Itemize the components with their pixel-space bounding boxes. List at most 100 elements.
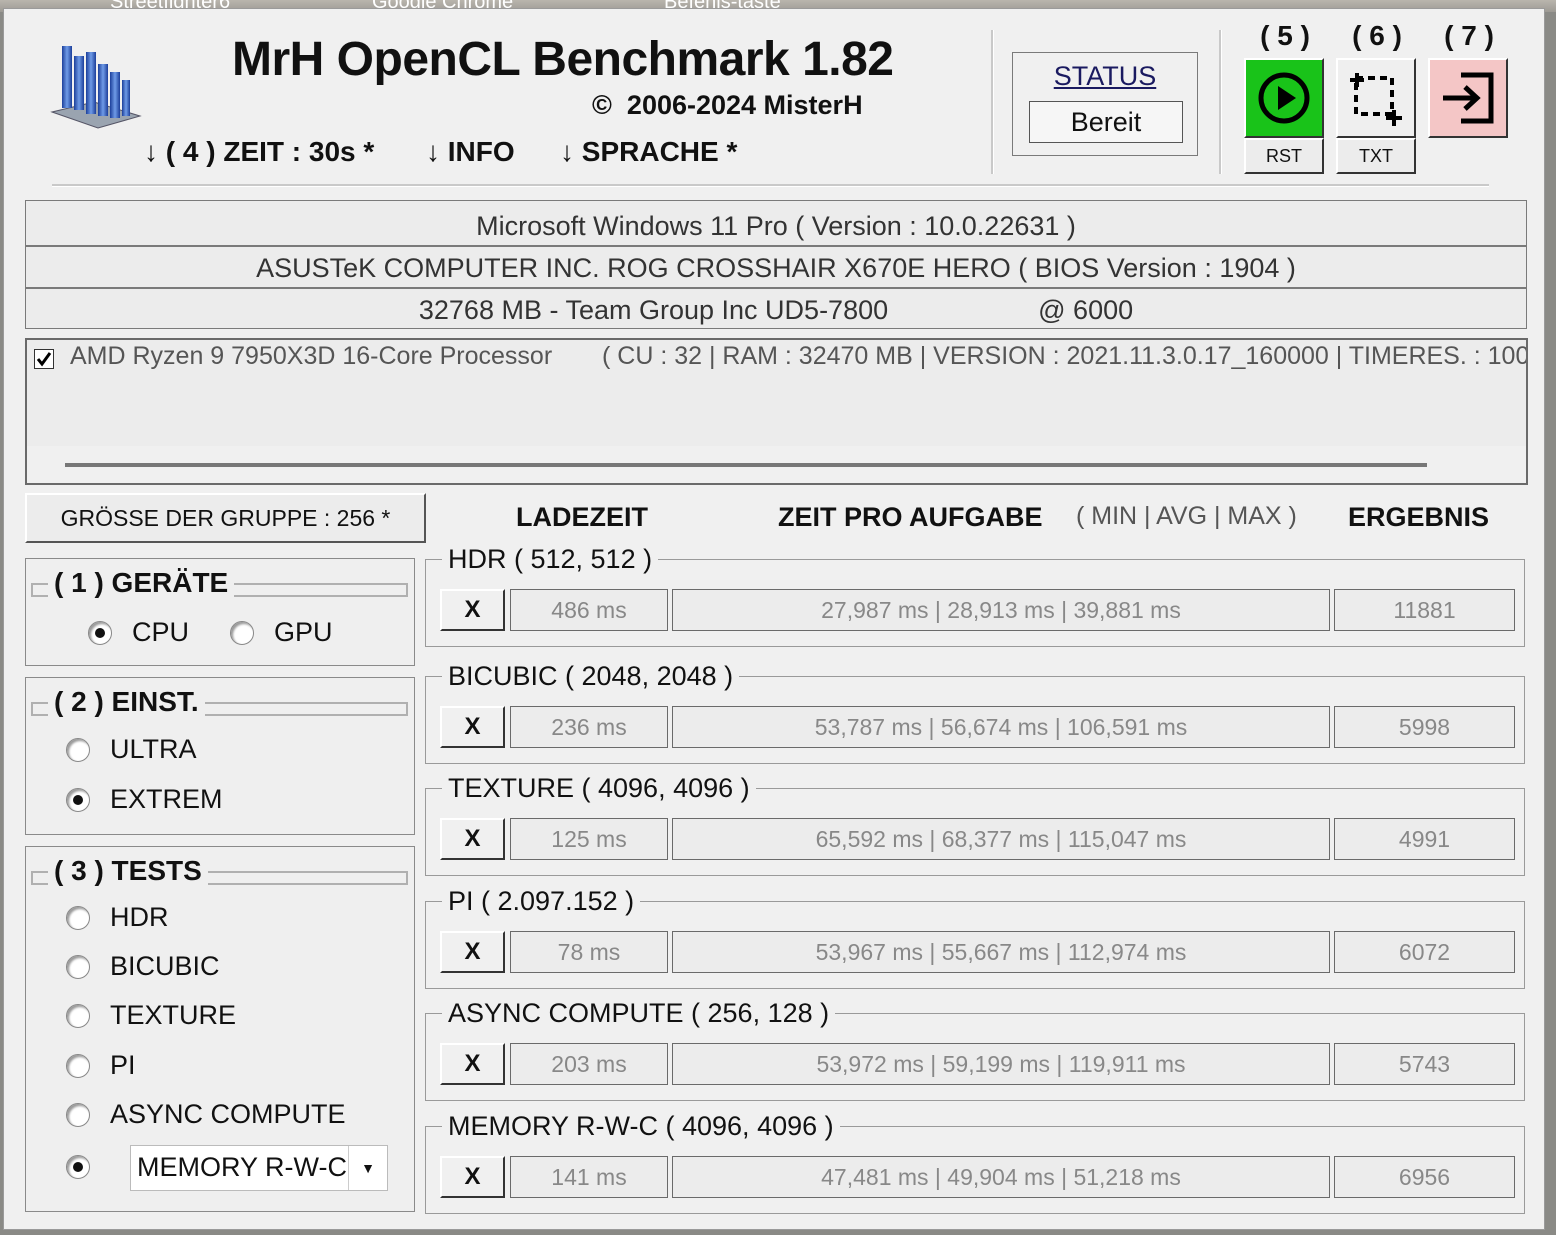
run-test-button[interactable]: X bbox=[440, 1156, 505, 1198]
radio-indicator[interactable] bbox=[66, 1003, 90, 1028]
copyright-text: 2006-2024 MisterH bbox=[626, 90, 863, 120]
memory-info: 32768 MB - Team Group Inc UD5-7800 @ 600… bbox=[418, 295, 1134, 325]
radio-label: TEXTURE bbox=[110, 1000, 237, 1030]
task-time-field: 53,787 ms | 56,674 ms | 106,591 ms bbox=[672, 706, 1330, 748]
tests-panel-title: ( 3 ) TESTS bbox=[48, 855, 208, 887]
test-name: PI ( 2.097.152 ) bbox=[442, 886, 641, 917]
exit-button[interactable] bbox=[1428, 58, 1508, 138]
radio-indicator[interactable] bbox=[230, 620, 254, 645]
radio-test-hdr[interactable]: HDR bbox=[66, 902, 169, 933]
load-time-field: 236 ms bbox=[510, 706, 668, 748]
column-result: ERGEBNIS bbox=[1348, 502, 1490, 532]
column-load-time: LADEZEIT bbox=[516, 502, 648, 532]
radio-indicator[interactable] bbox=[66, 954, 90, 979]
radio-label: BICUBIC bbox=[110, 951, 220, 981]
radio-indicator[interactable] bbox=[88, 620, 112, 645]
radio-label: GPU bbox=[274, 617, 333, 647]
radio-label: ASYNC COMPUTE bbox=[110, 1099, 346, 1129]
devices-panel: ( 1 ) GERÄTE CPU GPU bbox=[25, 558, 415, 666]
os-info: Microsoft Windows 11 Pro ( Version : 10.… bbox=[26, 205, 1526, 247]
radio-test-memory[interactable] bbox=[66, 1155, 110, 1179]
result-field: 6072 bbox=[1334, 931, 1515, 973]
menu-zeit[interactable]: ↓ ( 4 ) ZEIT : 30s * bbox=[144, 136, 374, 168]
load-time-field: 78 ms bbox=[510, 931, 668, 973]
device-list[interactable]: AMD Ryzen 9 7950X3D 16-Core Processor ( … bbox=[25, 338, 1528, 485]
run-test-button[interactable]: X bbox=[440, 818, 505, 860]
device-checkbox[interactable] bbox=[34, 349, 54, 369]
test-group: PI ( 2.097.152 ) X 78 ms 53,967 ms | 55,667… bbox=[425, 886, 1525, 989]
settings-panel-title: ( 2 ) EINST. bbox=[48, 686, 205, 718]
separator bbox=[1219, 30, 1222, 174]
capture-button[interactable] bbox=[1336, 58, 1416, 138]
radio-indicator[interactable] bbox=[66, 737, 90, 762]
run-test-button[interactable]: X bbox=[440, 589, 505, 631]
play-icon bbox=[1258, 72, 1310, 124]
memory-test-dropdown[interactable]: MEMORY R-W-C ▼ bbox=[130, 1145, 388, 1191]
copyright-line: © 2006-2024 MisterH bbox=[592, 90, 863, 121]
test-name: BICUBIC ( 2048, 2048 ) bbox=[442, 661, 740, 692]
radio-label: PI bbox=[110, 1050, 136, 1080]
result-field: 6956 bbox=[1334, 1156, 1515, 1198]
test-group: MEMORY R-W-C ( 4096, 4096 ) X 141 ms 47,481… bbox=[425, 1111, 1525, 1214]
run-test-button[interactable]: X bbox=[440, 706, 505, 748]
radio-ultra[interactable]: ULTRA bbox=[66, 734, 197, 765]
task-time-field: 27,987 ms | 28,913 ms | 39,881 ms bbox=[672, 589, 1330, 631]
radio-indicator[interactable] bbox=[66, 905, 90, 930]
radio-test-async-compute[interactable]: ASYNC COMPUTE bbox=[66, 1099, 346, 1130]
system-info-box: Microsoft Windows 11 Pro ( Version : 10.… bbox=[25, 200, 1527, 329]
status-label[interactable]: STATUS bbox=[1013, 61, 1197, 92]
test-group: HDR ( 512, 512 ) X 486 ms 27,987 ms | 28,91… bbox=[425, 544, 1525, 647]
device-row[interactable]: AMD Ryzen 9 7950X3D 16-Core Processor ( … bbox=[27, 340, 1526, 446]
radio-cpu[interactable]: CPU bbox=[88, 617, 189, 648]
txt-export-button[interactable]: TXT bbox=[1336, 138, 1416, 174]
copyright-icon: © bbox=[592, 90, 612, 120]
mainboard-info: ASUSTeK COMPUTER INC. ROG CROSSHAIR X670… bbox=[26, 247, 1526, 289]
result-field: 11881 bbox=[1334, 589, 1515, 631]
run-test-button[interactable]: X bbox=[440, 931, 505, 973]
test-name: MEMORY R-W-C ( 4096, 4096 ) bbox=[442, 1111, 840, 1142]
column-time-per-task: ZEIT PRO AUFGABE bbox=[778, 502, 1043, 532]
radio-test-pi[interactable]: PI bbox=[66, 1050, 136, 1081]
column-time-subtitle: ( MIN | AVG | MAX ) bbox=[1076, 502, 1297, 530]
radio-label: CPU bbox=[132, 617, 190, 647]
radio-extrem[interactable]: EXTREM bbox=[66, 784, 223, 815]
exit-button-number: ( 7 ) bbox=[1444, 20, 1494, 51]
test-group: BICUBIC ( 2048, 2048 ) X 236 ms 53,787 ms |… bbox=[425, 661, 1525, 764]
load-time-field: 125 ms bbox=[510, 818, 668, 860]
device-name: AMD Ryzen 9 7950X3D 16-Core Processor bbox=[70, 342, 553, 370]
radio-indicator[interactable] bbox=[66, 1102, 90, 1127]
run-benchmark-button[interactable] bbox=[1244, 58, 1324, 138]
app-logo-icon bbox=[50, 46, 142, 129]
group-size-button[interactable]: GRÖSSE DER GRUPPE : 256 * bbox=[25, 493, 426, 543]
tests-panel: ( 3 ) TESTS HDR BICUBIC TEXTURE PI ASYNC… bbox=[25, 846, 415, 1212]
radio-indicator[interactable] bbox=[66, 787, 90, 812]
radio-test-bicubic[interactable]: BICUBIC bbox=[66, 951, 220, 982]
menu-sprache[interactable]: ↓ SPRACHE * bbox=[560, 136, 737, 168]
result-field: 5998 bbox=[1334, 706, 1515, 748]
status-box: STATUS Bereit bbox=[1012, 52, 1198, 156]
radio-indicator[interactable] bbox=[66, 1053, 90, 1078]
result-field: 4991 bbox=[1334, 818, 1515, 860]
separator bbox=[52, 184, 1489, 187]
device-details: ( CU : 32 | RAM : 32470 MB | VERSION : 2… bbox=[602, 342, 1528, 370]
radio-test-texture[interactable]: TEXTURE bbox=[66, 1000, 236, 1031]
load-time-field: 486 ms bbox=[510, 589, 668, 631]
task-time-field: 53,967 ms | 55,667 ms | 112,974 ms bbox=[672, 931, 1330, 973]
menu-info[interactable]: ↓ INFO bbox=[426, 136, 515, 168]
radio-gpu[interactable]: GPU bbox=[230, 617, 333, 648]
separator bbox=[991, 30, 994, 174]
chevron-down-icon[interactable]: ▼ bbox=[348, 1146, 387, 1190]
checkmark-icon bbox=[36, 352, 52, 367]
run-test-button[interactable]: X bbox=[440, 1043, 505, 1085]
capture-button-number: ( 6 ) bbox=[1352, 20, 1402, 51]
radio-indicator[interactable] bbox=[66, 1155, 90, 1179]
radio-label: EXTREM bbox=[110, 784, 223, 814]
test-group: TEXTURE ( 4096, 4096 ) X 125 ms 65,592 ms |… bbox=[425, 773, 1525, 876]
reset-button[interactable]: RST bbox=[1244, 138, 1324, 174]
app-title: MrH OpenCL Benchmark 1.82 bbox=[232, 33, 894, 86]
devices-panel-title: ( 1 ) GERÄTE bbox=[48, 567, 235, 599]
dropdown-value: MEMORY R-W-C bbox=[137, 1152, 348, 1182]
horizontal-scrollbar[interactable] bbox=[65, 463, 1427, 467]
task-time-field: 53,972 ms | 59,199 ms | 119,911 ms bbox=[672, 1043, 1330, 1085]
screenshot-icon bbox=[1350, 73, 1402, 126]
